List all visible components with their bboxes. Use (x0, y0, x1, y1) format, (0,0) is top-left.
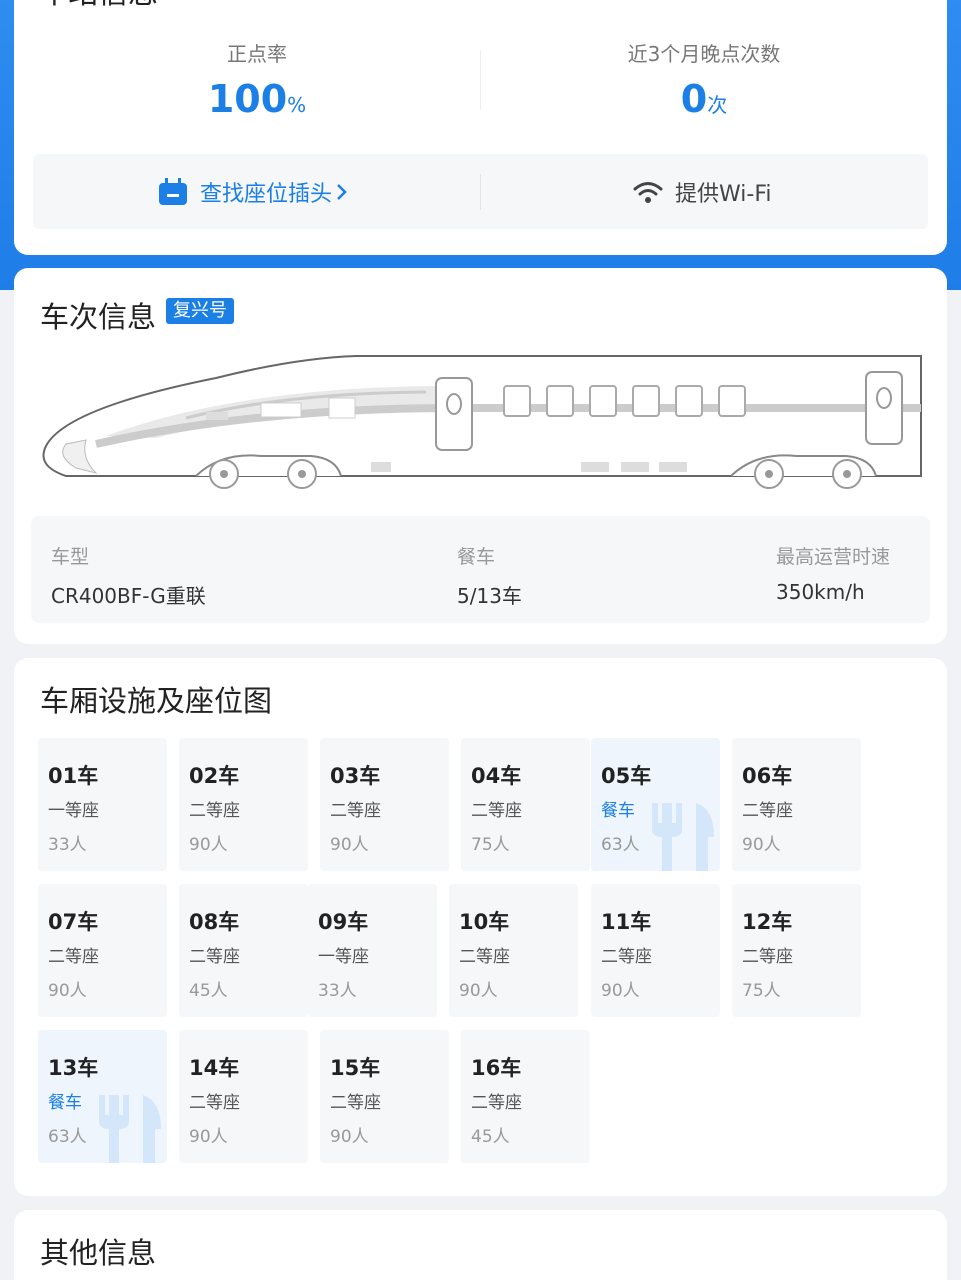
car-number: 03车 (330, 764, 381, 788)
car-capacity: 90人 (601, 981, 640, 1001)
car-14[interactable]: 14车二等座 90人 (179, 1030, 308, 1163)
car-05[interactable]: 05车餐车 63人 (591, 738, 720, 871)
train-spec-box: 车型 CR400BF-G重联 餐车 5/13车 最高运营时速 350km/h (31, 516, 930, 623)
car-07[interactable]: 07车二等座 90人 (38, 884, 167, 1017)
car-facilities-card: 车厢设施及座位图 01车一等座 33人 02车二等座 90人 03车二等座 90人 04车二… (14, 658, 947, 1196)
car-seat-type: 二等座 (471, 1093, 522, 1113)
car-seat-type: 二等座 (742, 947, 793, 967)
car-04[interactable]: 04车二等座 75人 (461, 738, 590, 871)
car-capacity: 45人 (189, 981, 228, 1001)
car-capacity: 63人 (48, 1127, 87, 1147)
car-number: 11车 (601, 910, 652, 934)
dining-utensils-icon (99, 1095, 161, 1163)
car-seat-type: 餐车 (601, 801, 635, 821)
wifi-label: 提供Wi-Fi (675, 181, 772, 207)
car-02[interactable]: 02车二等座 90人 (179, 738, 308, 871)
punctuality-value: 100% (207, 77, 307, 121)
car-seat-type: 二等座 (330, 801, 381, 821)
seat-plug-label: 查找座位插头 (200, 181, 333, 207)
car-seat-type: 二等座 (742, 801, 793, 821)
car-number: 14车 (189, 1056, 240, 1080)
train-illustration (42, 355, 922, 489)
car-number: 08车 (189, 910, 240, 934)
car-seat-type: 一等座 (48, 801, 99, 821)
train-info-card: 车次信息 复兴号 车型 CR400BF-G重联 餐车 5/13车 最高运营时速 … (14, 268, 947, 644)
car-capacity: 90人 (459, 981, 498, 1001)
plug-icon (159, 177, 187, 205)
car-16[interactable]: 16车二等座 45人 (461, 1030, 590, 1163)
car-capacity: 90人 (330, 835, 369, 855)
spec-model: 车型 CR400BF-G重联 (51, 546, 206, 608)
car-seat-type: 二等座 (189, 947, 240, 967)
car-09[interactable]: 09车一等座 33人 (308, 884, 437, 1017)
car-number: 16车 (471, 1056, 522, 1080)
fuxing-badge: 复兴号 (166, 298, 234, 324)
other-info-card: 其他信息 (14, 1210, 947, 1280)
car-seat-type: 二等座 (48, 947, 99, 967)
late-count-stat: 近3个月晚点次数 0次 (484, 38, 924, 127)
car-facilities-title: 车厢设施及座位图 (40, 684, 273, 718)
car-capacity: 33人 (48, 835, 87, 855)
car-08[interactable]: 08车二等座 45人 (179, 884, 308, 1017)
wifi-icon (633, 181, 663, 203)
station-stats-card: 车站信息 正点率 100% 近3个月晚点次数 0次 查找座位插头 (14, 0, 947, 255)
car-number: 04车 (471, 764, 522, 788)
car-number: 13车 (48, 1056, 99, 1080)
car-01[interactable]: 01车一等座 33人 (38, 738, 167, 871)
car-seat-type: 餐车 (48, 1093, 82, 1113)
car-13[interactable]: 13车餐车 63人 (38, 1030, 167, 1163)
car-capacity: 63人 (601, 835, 640, 855)
car-number: 01车 (48, 764, 99, 788)
late-count-value: 0次 (680, 77, 728, 121)
car-seat-type: 二等座 (189, 801, 240, 821)
car-number: 12车 (742, 910, 793, 934)
car-capacity: 33人 (318, 981, 357, 1001)
car-number: 10车 (459, 910, 510, 934)
car-seat-type: 二等座 (330, 1093, 381, 1113)
car-11[interactable]: 11车二等座 90人 (591, 884, 720, 1017)
punctuality-label: 正点率 (227, 42, 287, 66)
car-number: 09车 (318, 910, 369, 934)
car-number: 05车 (601, 764, 652, 788)
divider (480, 50, 481, 110)
dining-utensils-icon (652, 803, 714, 871)
seat-plug-link[interactable]: 查找座位插头 (158, 154, 360, 229)
car-seat-type: 一等座 (318, 947, 369, 967)
car-12[interactable]: 12车二等座 75人 (732, 884, 861, 1017)
car-06[interactable]: 06车二等座 90人 (732, 738, 861, 871)
car-seat-type: 二等座 (601, 947, 652, 967)
car-number: 15车 (330, 1056, 381, 1080)
train-info-title: 车次信息 (40, 300, 157, 334)
divider (480, 174, 481, 210)
punctuality-stat: 正点率 100% (37, 38, 477, 127)
car-seat-type: 二等座 (189, 1093, 240, 1113)
car-capacity: 75人 (471, 835, 510, 855)
car-seat-type: 二等座 (471, 801, 522, 821)
car-capacity: 90人 (189, 1127, 228, 1147)
car-capacity: 75人 (742, 981, 781, 1001)
facility-bar: 查找座位插头 提供Wi-Fi (33, 154, 928, 229)
car-capacity: 90人 (330, 1127, 369, 1147)
car-capacity: 45人 (471, 1127, 510, 1147)
car-capacity: 90人 (742, 835, 781, 855)
car-number: 06车 (742, 764, 793, 788)
car-number: 07车 (48, 910, 99, 934)
car-10[interactable]: 10车二等座 90人 (449, 884, 578, 1017)
spec-dining-car: 餐车 5/13车 (457, 546, 522, 608)
section-title-clipped: 车站信息 (38, 0, 158, 9)
car-15[interactable]: 15车二等座 90人 (320, 1030, 449, 1163)
car-seat-type: 二等座 (459, 947, 510, 967)
car-capacity: 90人 (189, 835, 228, 855)
chevron-right-icon (337, 183, 347, 200)
other-info-title: 其他信息 (40, 1236, 157, 1270)
car-number: 02车 (189, 764, 240, 788)
car-capacity: 90人 (48, 981, 87, 1001)
car-03[interactable]: 03车二等座 90人 (320, 738, 449, 871)
late-count-label: 近3个月晚点次数 (627, 42, 781, 66)
wifi-info: 提供Wi-Fi (633, 154, 772, 229)
spec-max-speed: 最高运营时速 350km/h (776, 546, 891, 604)
